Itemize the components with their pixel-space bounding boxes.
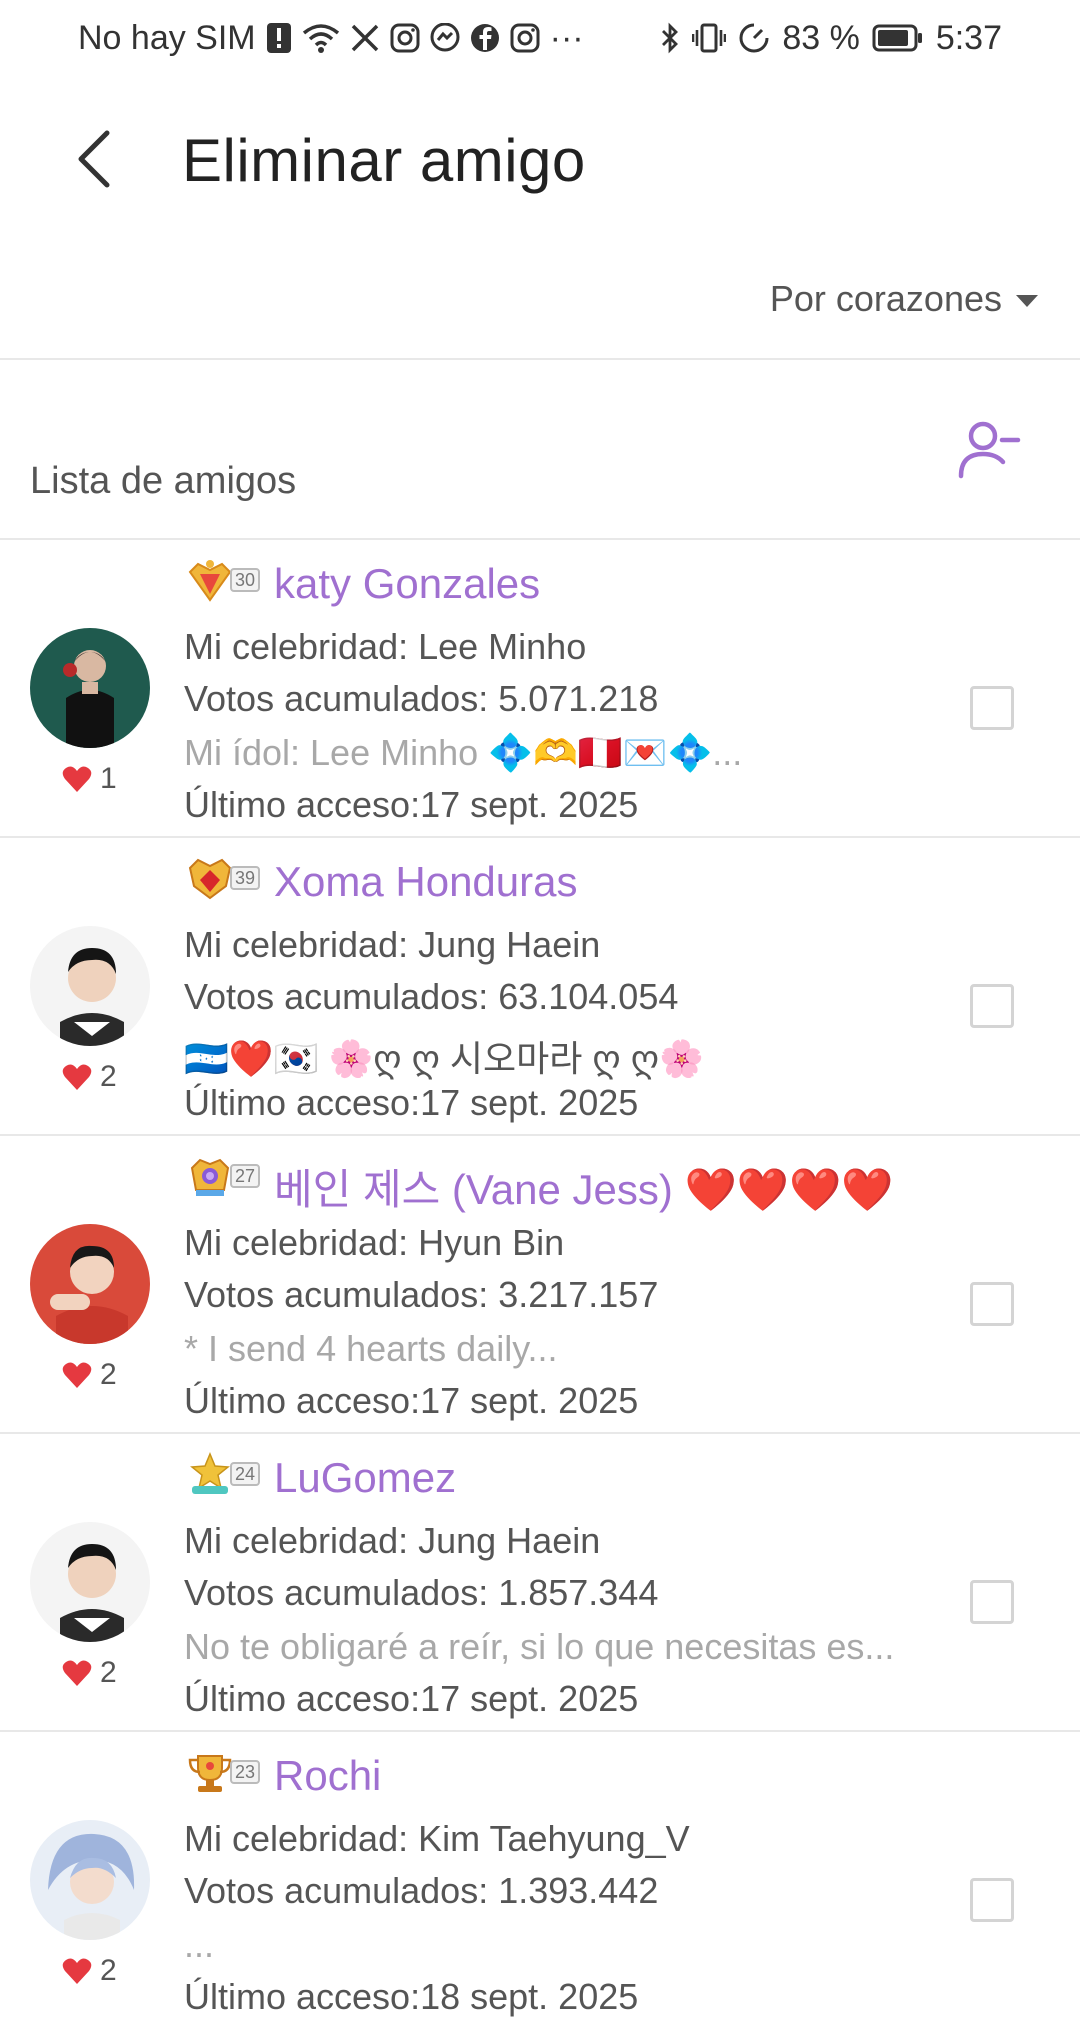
bio-text: Mi ídol: Lee Minho 💠🫶🇵🇪💌💠... <box>184 732 743 773</box>
friend-row[interactable]: 1 30 katy Gonzales Mi celebridad: Lee Mi… <box>0 540 1080 838</box>
heart-count-value: 2 <box>100 1656 117 1689</box>
level-number: 39 <box>230 866 261 890</box>
instagram-icon <box>390 20 420 56</box>
status-right: 83 % 5:37 <box>660 19 1002 58</box>
select-checkbox[interactable] <box>970 1580 1014 1624</box>
heart-icon <box>62 1958 92 1984</box>
avatar[interactable] <box>30 1224 150 1344</box>
data-saver-icon <box>738 20 770 56</box>
select-checkbox[interactable] <box>970 1878 1014 1922</box>
app-header: Eliminar amigo <box>0 90 1080 230</box>
select-checkbox[interactable] <box>970 984 1014 1028</box>
star-crown-icon <box>190 1452 230 1494</box>
heart-count: 2 <box>62 1060 117 1094</box>
level-number: 23 <box>230 1760 261 1784</box>
votes-text: Votos acumulados: 5.071.218 <box>184 678 659 719</box>
heart-count-value: 2 <box>100 1358 117 1391</box>
level-number: 24 <box>230 1462 261 1486</box>
votes-text: Votos acumulados: 63.104.054 <box>184 976 679 1017</box>
avatar[interactable] <box>30 1522 150 1642</box>
bio-text: 🇭🇳❤️🇰🇷 🌸ღ ღ 시오마라 ღ ღ🌸 <box>184 1038 704 1079</box>
votes-text: Votos acumulados: 1.393.442 <box>184 1870 659 1911</box>
celebrity-text: Mi celebridad: Jung Haein <box>184 1520 601 1561</box>
heart-icon <box>62 1362 92 1388</box>
last-access-text: Último acceso:17 sept. 2025 <box>184 1678 639 1719</box>
caret-down-icon <box>1016 295 1038 307</box>
last-access-text: Último acceso:17 sept. 2025 <box>184 1082 639 1123</box>
level-badge: 24 <box>186 1452 261 1496</box>
heart-count: 1 <box>62 762 117 796</box>
bio-text: * I send 4 hearts daily... <box>184 1328 558 1369</box>
friend-name: Xoma Honduras <box>274 858 578 905</box>
more-notifications: ··· <box>549 18 584 57</box>
heart-icon <box>62 766 92 792</box>
select-checkbox[interactable] <box>970 686 1014 730</box>
status-left: No hay SIM ··· <box>78 19 584 58</box>
clock: 5:37 <box>935 18 1002 57</box>
page-title: Eliminar amigo <box>182 127 586 194</box>
sort-label: Por corazones <box>769 278 1002 319</box>
carrier-label: No hay SIM <box>78 18 256 57</box>
avatar[interactable] <box>30 1820 150 1940</box>
status-bar: No hay SIM ··· 83 % 5:37 <box>0 0 1080 76</box>
level-number: 30 <box>230 568 261 592</box>
celebrity-text: Mi celebridad: Lee Minho <box>184 626 587 667</box>
bio-text: ... <box>184 1924 215 1965</box>
friend-row[interactable]: 2 24 LuGomez Mi celebridad: Jung Haein V… <box>0 1434 1080 1732</box>
diamond-crown-icon <box>188 560 232 602</box>
sort-dropdown[interactable]: Por corazones <box>770 278 1038 320</box>
ruby-crown-icon <box>188 858 232 900</box>
votes-text: Votos acumulados: 1.857.344 <box>184 1572 659 1613</box>
wifi-icon <box>302 20 340 56</box>
friend-name: katy Gonzales <box>274 560 541 607</box>
heart-count-value: 2 <box>100 1060 117 1093</box>
remove-friend-button[interactable] <box>956 416 1022 482</box>
user-minus-icon <box>958 421 1021 479</box>
votes-text: Votos acumulados: 3.217.157 <box>184 1274 659 1315</box>
friend-name: Rochi <box>274 1752 382 1799</box>
sim-alert-icon <box>266 20 292 56</box>
heart-icon <box>62 1064 92 1090</box>
level-number: 27 <box>230 1164 261 1188</box>
messenger-icon <box>430 20 460 56</box>
chevron-left-icon <box>78 130 110 188</box>
level-badge: 27 <box>186 1154 261 1198</box>
facebook-icon <box>470 20 500 56</box>
x-app-icon <box>350 20 380 56</box>
heart-count: 2 <box>62 1358 117 1392</box>
level-badge: 23 <box>186 1750 261 1794</box>
last-access-text: Último acceso:18 sept. 2025 <box>184 1976 639 2017</box>
list-header: Lista de amigos <box>0 360 1080 538</box>
list-title: Lista de amigos <box>30 460 297 502</box>
avatar[interactable] <box>30 628 150 748</box>
friend-row[interactable]: 2 27 베인 제스 (Vane Jess) ❤️❤️❤️❤️ Mi celeb… <box>0 1136 1080 1434</box>
celebrity-text: Mi celebridad: Jung Haein <box>184 924 601 965</box>
back-button[interactable] <box>60 124 130 194</box>
heart-count-value: 1 <box>100 762 117 795</box>
celebrity-text: Mi celebridad: Hyun Bin <box>184 1222 565 1263</box>
friend-row[interactable]: 2 23 Rochi Mi celebridad: Kim Taehyung_V… <box>0 1732 1080 2025</box>
friend-name: LuGomez <box>274 1454 457 1501</box>
heart-count: 2 <box>62 1954 117 1988</box>
gem-crown-icon <box>190 1158 230 1196</box>
heart-count-value: 2 <box>100 1954 117 1987</box>
friend-row[interactable]: 2 39 Xoma Honduras Mi celebridad: Jung H… <box>0 838 1080 1136</box>
celebrity-text: Mi celebridad: Kim Taehyung_V <box>184 1818 690 1859</box>
trophy-crown-icon <box>188 1755 232 1792</box>
instagram-icon-2 <box>510 20 540 56</box>
battery-icon <box>872 20 924 56</box>
friend-name: 베인 제스 (Vane Jess) ❤️❤️❤️❤️ <box>274 1166 894 1213</box>
heart-count: 2 <box>62 1656 117 1690</box>
last-access-text: Último acceso:17 sept. 2025 <box>184 1380 639 1421</box>
level-badge: 30 <box>186 558 261 602</box>
avatar[interactable] <box>30 926 150 1046</box>
heart-icon <box>62 1660 92 1686</box>
level-badge: 39 <box>186 856 261 900</box>
select-checkbox[interactable] <box>970 1282 1014 1326</box>
vibrate-icon <box>692 20 727 56</box>
last-access-text: Último acceso:17 sept. 2025 <box>184 784 639 825</box>
battery-percent: 83 % <box>782 18 860 57</box>
bluetooth-icon <box>660 20 680 56</box>
bio-text: No te obligaré a reír, si lo que necesit… <box>184 1626 895 1667</box>
